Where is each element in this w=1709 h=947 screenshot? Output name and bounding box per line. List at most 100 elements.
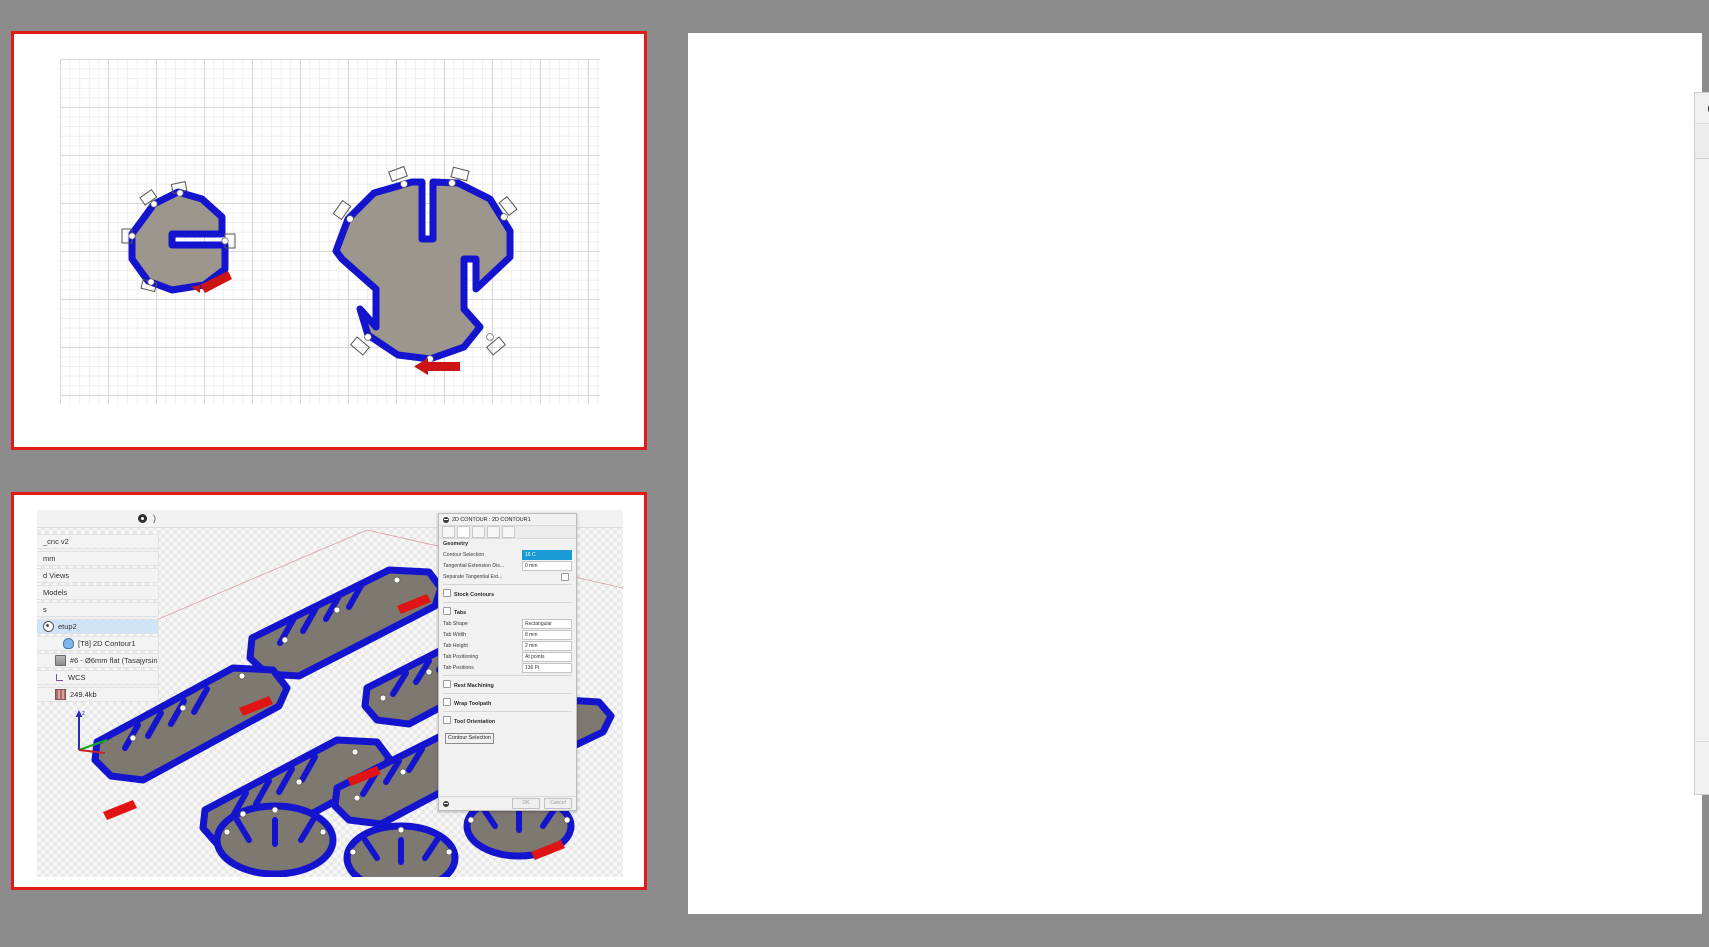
inset-minimize-icon[interactable] <box>443 516 449 523</box>
inset-tab-positions-row: Tab Positions 136 Pi <box>439 662 576 673</box>
inset-info-icon[interactable] <box>443 800 449 807</box>
tool-node[interactable]: #6 - Ø6mm flat (Tasajyrsin p... <box>37 653 159 668</box>
inset-heights-tab[interactable] <box>472 526 485 538</box>
inset-linking-tab[interactable] <box>502 526 515 538</box>
dialog-body: Geometry Contour Selection 16 Ch... × <box>1695 159 1709 741</box>
inset-rest-machining-checkbox[interactable] <box>443 680 451 688</box>
tree-item-label: WCS <box>68 673 86 682</box>
tool-tab[interactable] <box>1705 129 1709 158</box>
tool-orientation-group[interactable]: Tool Orientation <box>1695 696 1709 741</box>
inset-contour-selection-value[interactable]: 16 C <box>522 549 572 560</box>
tree-item-label: mm <box>43 554 56 563</box>
inset-divider-2 <box>443 602 572 603</box>
inset-geometry-header: Geometry <box>443 541 469 547</box>
wrap-toolpath-group[interactable]: Wrap Toolpath <box>1695 650 1709 695</box>
screenshot-root: ) z _cnc v2 mm d Views Models s etup2 [T… <box>0 0 1709 947</box>
inset-tab-positions-value[interactable]: 136 Pi <box>522 662 572 673</box>
tab-width-row: Tab Width <box>1695 441 1709 479</box>
inset-rest-machining-label: Rest Machining <box>454 683 494 689</box>
toolpath-drawing <box>121 165 518 375</box>
inset-contour-selection-label: Contour Selection <box>443 551 485 558</box>
inset-tool-orientation-label: Tool Orientation <box>454 719 496 725</box>
browser-tree: _cnc v2 mm d Views Models s etup2 [T8] 2D Cont… <box>37 534 159 704</box>
inset-separate-tangential-row: Separate Tangential Ext... <box>439 571 576 582</box>
setup-node[interactable]: etup2 <box>37 619 159 634</box>
document-node[interactable]: _cnc v2 <box>37 534 159 549</box>
inset-tab-shape-label: Tab Shape <box>443 620 468 627</box>
inset-stock-contours-group[interactable]: Stock Contours <box>439 587 576 600</box>
inset-dialog-title: 2D CONTOUR : 2D CONTOUR1 <box>439 514 576 526</box>
fusion-3d-screenshot-frame: ) z _cnc v2 mm d Views Models s etup2 [T… <box>11 492 647 890</box>
inset-divider-3 <box>443 675 572 676</box>
inset-wrap-toolpath-group[interactable]: Wrap Toolpath <box>439 696 576 709</box>
inset-wrap-toolpath-checkbox[interactable] <box>443 698 451 706</box>
inset-tab-width-row: Tab Width 8 mm <box>439 629 576 640</box>
tab-positioning-row: Tab Positioning At points <box>1695 517 1709 555</box>
dialog-tab-strip <box>1695 124 1709 159</box>
inset-divider-1 <box>443 584 572 585</box>
inset-tab-shape-value[interactable]: Rectangular <box>522 618 572 629</box>
part-left-outline <box>128 188 229 294</box>
tab-positions-row: Tab Positions 136 Pi... × <box>1695 555 1709 593</box>
inset-tool-tab[interactable] <box>442 526 455 538</box>
fusion-3d-viewport: ) z _cnc v2 mm d Views Models s etup2 [T… <box>37 510 623 877</box>
inset-tab-shape-row: Tab Shape Rectangular <box>439 618 576 629</box>
cad-sketch-screenshot-frame <box>11 31 647 450</box>
wcs-node[interactable]: WCS <box>37 670 159 685</box>
inset-stock-contours-label: Stock Contours <box>454 592 495 598</box>
inset-tab-positioning-value[interactable]: At points <box>522 651 572 662</box>
wcs-icon <box>55 673 64 682</box>
geometry-section-header[interactable]: Geometry <box>1695 159 1709 193</box>
inset-tool-orientation-checkbox[interactable] <box>443 716 451 724</box>
operation-node[interactable]: [T8] 2D Contour1 <box>37 636 159 651</box>
tree-item-label: etup2 <box>58 622 77 631</box>
tab-height-row: Tab Height <box>1695 479 1709 517</box>
tabs-section-header[interactable]: Tabs <box>1695 366 1709 403</box>
units-node[interactable]: mm <box>37 551 159 566</box>
inset-tabs-group[interactable]: Tabs <box>439 605 576 618</box>
inset-tab-height-label: Tab Height <box>443 642 468 649</box>
inset-tab-positioning-row: Tab Positioning At points <box>439 651 576 662</box>
tree-item-label: #6 - Ø6mm flat (Tasajyrsin p... <box>70 656 158 665</box>
named-views-node[interactable]: d Views <box>37 568 159 583</box>
inset-tab-width-value[interactable]: 8 mm <box>522 629 572 640</box>
models-node[interactable]: Models <box>37 585 159 600</box>
inset-separate-tangential-checkbox[interactable] <box>561 572 569 581</box>
2d-contour-dialog: 2D CONTOUR : 2D CONTOUR1 <box>1694 92 1709 795</box>
svg-text:z: z <box>82 711 85 717</box>
inset-contour-selection-row: Contour Selection 16 C <box>439 549 576 560</box>
separate-tangential-row: Separate Tangential Ext... <box>1695 269 1709 307</box>
inset-tooltip: Contour Selection <box>445 733 494 744</box>
inset-ok-button[interactable]: OK <box>512 798 540 809</box>
tree-item-label: [T8] 2D Contour1 <box>78 639 136 648</box>
tangential-extension-row: Tangential Extension Dis... <box>1695 231 1709 269</box>
rest-machining-group[interactable]: Rest Machining <box>1695 604 1709 649</box>
tree-item-label: 249.4kb <box>70 690 97 699</box>
inset-wrap-toolpath-label: Wrap Toolpath <box>454 701 492 707</box>
inset-geometry-tab[interactable] <box>457 526 470 538</box>
inset-tab-width-label: Tab Width <box>443 631 467 638</box>
inset-dialog: 2D CONTOUR : 2D CONTOUR1 Geometry Contou… <box>438 513 577 811</box>
tree-item-label: Models <box>43 588 68 597</box>
inset-tabs-checkbox[interactable] <box>443 607 451 615</box>
inset-tab-positions-label: Tab Positions <box>443 664 474 671</box>
inset-stock-contours-checkbox[interactable] <box>443 589 451 597</box>
dialog-footer: i OK Cancel <box>1695 741 1709 794</box>
inset-tangential-extension-value[interactable]: 0 mm <box>522 560 572 571</box>
inset-rest-machining-group[interactable]: Rest Machining <box>439 678 576 691</box>
contour-selection-row: Contour Selection 16 Ch... × <box>1695 193 1709 231</box>
tab-shape-row: Tab Shape Rectangular <box>1695 403 1709 441</box>
stock-icon <box>55 689 66 700</box>
inset-tab-height-row: Tab Height 2 mm <box>439 640 576 651</box>
inset-tab-height-value[interactable]: 2 mm <box>522 640 572 651</box>
inset-cancel-button[interactable]: Cancel <box>544 798 572 809</box>
inset-tabs-label: Tabs <box>454 610 467 616</box>
stock-node[interactable]: 249.4kb <box>37 687 159 702</box>
stock-contours-group[interactable]: Stock Contours <box>1695 320 1709 365</box>
tree-item-label: s <box>43 605 47 614</box>
inset-separate-tangential-label: Separate Tangential Ext... <box>443 573 503 580</box>
sketches-node[interactable]: s <box>37 602 159 617</box>
inset-tool-orientation-group[interactable]: Tool Orientation <box>439 714 576 727</box>
inset-footer: OK Cancel <box>439 796 576 810</box>
inset-passes-tab[interactable] <box>487 526 500 538</box>
